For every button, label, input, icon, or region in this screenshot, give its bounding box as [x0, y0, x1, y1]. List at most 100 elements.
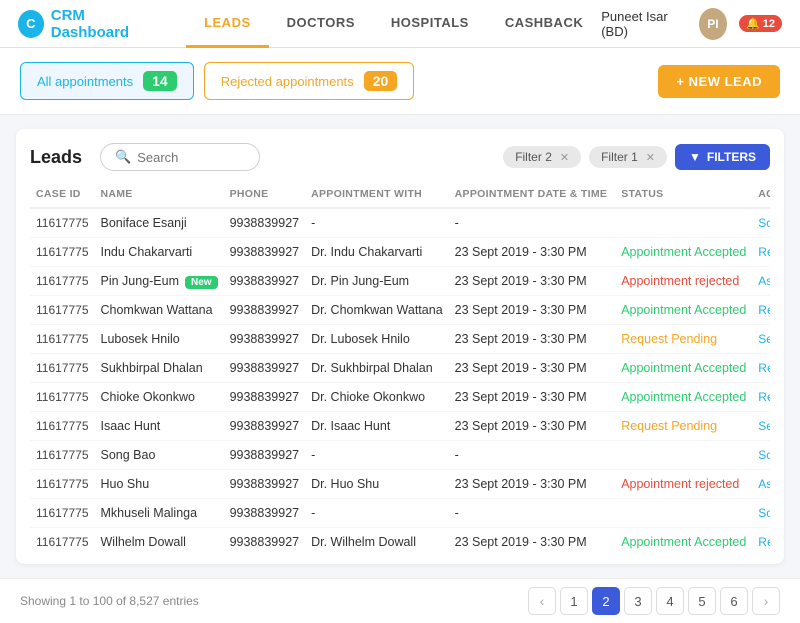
- cell-phone: 9938839927: [224, 383, 306, 412]
- cell-appointment-with: Dr. Indu Chakarvarti: [305, 238, 449, 267]
- filter-tag-2-close[interactable]: ✕: [646, 151, 655, 164]
- action-link[interactable]: Assign to other doctor: [758, 477, 770, 491]
- nav-cashback[interactable]: CASHBACK: [487, 0, 601, 48]
- all-appointments-tab[interactable]: All appointments 14: [20, 62, 194, 100]
- nav-leads[interactable]: LEADS: [186, 0, 269, 48]
- leads-header: Leads 🔍 Filter 2 ✕ Filter 1 ✕ ▼ FILTERS: [30, 143, 770, 171]
- cell-action[interactable]: Assign to other doctor: [752, 470, 770, 499]
- table-row: 11617775 Pin Jung-EumNew 9938839927 Dr. …: [30, 267, 770, 296]
- cell-case-id: 11617775: [30, 470, 95, 499]
- footer: Showing 1 to 100 of 8,527 entries ‹ 1 2 …: [0, 578, 800, 623]
- action-link[interactable]: Schedule: [758, 448, 770, 462]
- filters-button[interactable]: ▼ FILTERS: [675, 144, 770, 170]
- cell-appointment-with: -: [305, 441, 449, 470]
- cell-action[interactable]: Send reminder: [752, 325, 770, 354]
- col-case-id: CASE ID: [30, 181, 95, 208]
- cell-appointment-with: Dr. Isaac Hunt: [305, 412, 449, 441]
- table-row: 11617775 Chomkwan Wattana 9938839927 Dr.…: [30, 296, 770, 325]
- cell-phone: 9938839927: [224, 441, 306, 470]
- leads-title: Leads: [30, 147, 82, 168]
- action-link[interactable]: Reschedule appointment: [758, 535, 770, 549]
- cell-phone: 9938839927: [224, 296, 306, 325]
- action-link[interactable]: Reschedule appointment: [758, 390, 770, 404]
- search-box[interactable]: 🔍: [100, 143, 260, 171]
- cell-phone: 9938839927: [224, 412, 306, 441]
- filter-area: Filter 2 ✕ Filter 1 ✕ ▼ FILTERS: [503, 144, 770, 170]
- page-4-button[interactable]: 4: [656, 587, 684, 615]
- nav-doctors[interactable]: DOCTORS: [269, 0, 373, 48]
- cell-case-id: 11617775: [30, 325, 95, 354]
- cell-phone: 9938839927: [224, 325, 306, 354]
- cell-appointment-with: Dr. Lubosek Hnilo: [305, 325, 449, 354]
- showing-text: Showing 1 to 100 of 8,527 entries: [20, 594, 199, 608]
- cell-date-time: 23 Sept 2019 - 3:30 PM: [449, 238, 616, 267]
- cell-phone: 9938839927: [224, 528, 306, 557]
- search-input[interactable]: [137, 150, 245, 165]
- cell-appointment-with: -: [305, 499, 449, 528]
- cell-date-time: 23 Sept 2019 - 3:30 PM: [449, 383, 616, 412]
- table-row: 11617775 Huo Shu 9938839927 Dr. Huo Shu …: [30, 470, 770, 499]
- cell-status: [615, 441, 752, 470]
- rejected-appointments-tab[interactable]: Rejected appointments 20: [204, 62, 415, 100]
- cell-action[interactable]: Schedule: [752, 441, 770, 470]
- nav-hospitals[interactable]: HOSPITALS: [373, 0, 487, 48]
- cell-status: Appointment Accepted: [615, 383, 752, 412]
- cell-phone: 9938839927: [224, 238, 306, 267]
- cell-action[interactable]: Assign to other doctor: [752, 267, 770, 296]
- cell-name: Huo Shu: [95, 470, 224, 499]
- action-link[interactable]: Send reminder: [758, 419, 770, 433]
- new-lead-button[interactable]: + NEW LEAD: [658, 65, 780, 98]
- cell-action[interactable]: Reschedule appointment: [752, 528, 770, 557]
- cell-action[interactable]: Schedule: [752, 499, 770, 528]
- action-link[interactable]: Schedule appointment: [758, 216, 770, 230]
- cell-name: Pin Jung-EumNew: [95, 267, 224, 296]
- cell-appointment-with: Dr. Wilhelm Dowall: [305, 528, 449, 557]
- cell-action[interactable]: Reschedule appointment: [752, 296, 770, 325]
- table-row: 11617775 Wilhelm Dowall 9938839927 Dr. W…: [30, 528, 770, 557]
- cell-phone: 9938839927: [224, 208, 306, 238]
- prev-page-button[interactable]: ‹: [528, 587, 556, 615]
- page-1-button[interactable]: 1: [560, 587, 588, 615]
- all-appointments-label: All appointments: [37, 74, 133, 89]
- next-page-button[interactable]: ›: [752, 587, 780, 615]
- header: C CRM Dashboard LEADS DOCTORS HOSPITALS …: [0, 0, 800, 48]
- table-header-row: CASE ID NAME PHONE APPOINTMENT WITH APPO…: [30, 181, 770, 208]
- header-right: Puneet Isar (BD) PI 🔔 12: [601, 8, 782, 40]
- page-3-button[interactable]: 3: [624, 587, 652, 615]
- cell-status: Request Pending: [615, 412, 752, 441]
- cell-phone: 9938839927: [224, 267, 306, 296]
- action-link[interactable]: Assign to other doctor: [758, 274, 770, 288]
- cell-case-id: 11617775: [30, 528, 95, 557]
- action-link[interactable]: Reschedule appointment: [758, 245, 770, 259]
- page-2-button[interactable]: 2: [592, 587, 620, 615]
- all-appointments-count: 14: [143, 71, 177, 91]
- action-link[interactable]: Reschedule appointment: [758, 361, 770, 375]
- cell-status: [615, 499, 752, 528]
- cell-action[interactable]: Reschedule appointment: [752, 383, 770, 412]
- action-link[interactable]: Schedule: [758, 506, 770, 520]
- cell-name: Mkhuseli Malinga: [95, 499, 224, 528]
- filter-tag-1[interactable]: Filter 2 ✕: [503, 146, 581, 168]
- logo-icon: C: [18, 10, 44, 38]
- notification-badge[interactable]: 🔔 12: [739, 15, 782, 32]
- cell-action[interactable]: Reschedule appointment: [752, 354, 770, 383]
- cell-case-id: 11617775: [30, 412, 95, 441]
- cell-action[interactable]: Reschedule appointment: [752, 238, 770, 267]
- cell-status: Appointment Accepted: [615, 296, 752, 325]
- cell-case-id: 11617775: [30, 383, 95, 412]
- table-row: 11617775 Chioke Okonkwo 9938839927 Dr. C…: [30, 383, 770, 412]
- filter-tag-1-label: Filter 2: [515, 150, 552, 164]
- cell-name: Chioke Okonkwo: [95, 383, 224, 412]
- filter-tag-1-close[interactable]: ✕: [560, 151, 569, 164]
- notif-count: 12: [763, 18, 775, 30]
- cell-action[interactable]: Schedule appointment: [752, 208, 770, 238]
- search-icon: 🔍: [115, 149, 131, 165]
- cell-appointment-with: -: [305, 208, 449, 238]
- logo: C CRM Dashboard: [18, 7, 158, 41]
- page-5-button[interactable]: 5: [688, 587, 716, 615]
- page-6-button[interactable]: 6: [720, 587, 748, 615]
- filter-tag-2[interactable]: Filter 1 ✕: [589, 146, 667, 168]
- cell-action[interactable]: Send reminder: [752, 412, 770, 441]
- action-link[interactable]: Send reminder: [758, 332, 770, 346]
- action-link[interactable]: Reschedule appointment: [758, 303, 770, 317]
